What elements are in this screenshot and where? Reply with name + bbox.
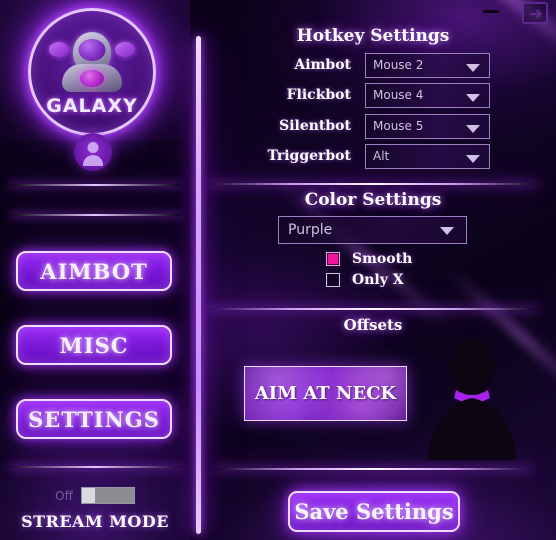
- main-panel: Hotkey Settings Aimbot Mouse 2 Flickbot …: [190, 0, 556, 540]
- save-settings-label: Save Settings: [294, 499, 454, 524]
- vertical-neon-divider: [196, 36, 201, 534]
- chevron-down-icon: [466, 93, 480, 102]
- sidebar-divider-second: [10, 214, 180, 216]
- sidebar-item-misc[interactable]: MISC: [16, 325, 172, 365]
- galaxy-logo: GALAXY: [28, 8, 156, 136]
- stream-mode-title: STREAM MODE: [21, 512, 169, 531]
- stream-mode-toggle-knob: [81, 488, 95, 503]
- stream-mode-row: Off: [0, 487, 190, 504]
- sidebar-divider-bottom: [10, 466, 180, 468]
- hotkey-label-silentbot: Silentbot: [279, 118, 351, 134]
- sidebar: GALAXY AIMBOT MISC SETTINGS Off STREAM M…: [0, 0, 190, 540]
- logo-text: GALAXY: [46, 95, 138, 117]
- chevron-down-icon: [440, 227, 454, 235]
- checkbox-smooth[interactable]: [326, 252, 340, 266]
- offsets-title: Offsets: [343, 316, 403, 334]
- stream-mode-state-label: Off: [55, 488, 73, 503]
- avatar-body: [83, 155, 103, 166]
- chevron-down-icon: [466, 124, 480, 133]
- divider-above-color-settings: [208, 183, 538, 185]
- exit-icon[interactable]: [522, 2, 548, 24]
- astronaut-figure: [49, 30, 135, 96]
- divider-above-offsets: [208, 308, 538, 310]
- color-settings-title: Color Settings: [304, 190, 442, 210]
- hotkey-value-flickbot: Mouse 4: [373, 87, 424, 102]
- minimize-icon[interactable]: [481, 4, 501, 18]
- hotkey-row-silentbot: Silentbot Mouse 5: [190, 113, 556, 139]
- save-settings-button[interactable]: Save Settings: [288, 491, 460, 532]
- hotkey-label-aimbot: Aimbot: [294, 57, 351, 73]
- aim-at-neck-label: AIM AT NECK: [254, 383, 397, 404]
- hotkey-settings-title: Hotkey Settings: [296, 26, 450, 46]
- aim-at-neck-button[interactable]: AIM AT NECK: [244, 366, 407, 421]
- checkbox-label-smooth: Smooth: [352, 251, 413, 267]
- stream-mode-toggle[interactable]: [80, 487, 135, 504]
- hotkey-value-aimbot: Mouse 2: [373, 57, 424, 72]
- avatar-head: [87, 142, 99, 153]
- checkbox-row-only-x: Only X: [326, 272, 404, 288]
- player-silhouette-icon: [422, 338, 522, 460]
- hotkey-row-flickbot: Flickbot Mouse 4: [190, 82, 556, 108]
- color-dropdown[interactable]: Purple: [278, 216, 467, 244]
- color-dropdown-value: Purple: [288, 222, 333, 238]
- checkbox-label-only-x: Only X: [352, 272, 404, 288]
- hotkey-dropdown-triggerbot[interactable]: Alt: [365, 143, 490, 169]
- hotkey-row-triggerbot: Triggerbot Alt: [190, 143, 556, 169]
- astronaut-pack-right: [115, 42, 135, 58]
- hotkey-label-flickbot: Flickbot: [286, 87, 351, 103]
- window-titlebar: [190, 0, 556, 24]
- sidebar-item-settings[interactable]: SETTINGS: [16, 399, 172, 439]
- hotkey-dropdown-aimbot[interactable]: Mouse 2: [365, 52, 490, 78]
- hotkey-label-triggerbot: Triggerbot: [267, 148, 351, 164]
- hotkey-row-aimbot: Aimbot Mouse 2: [190, 52, 556, 78]
- sidebar-divider-top: [10, 184, 180, 186]
- divider-above-save: [216, 468, 532, 470]
- hotkey-value-triggerbot: Alt: [373, 148, 390, 163]
- astronaut-logo-icon: GALAXY: [28, 8, 156, 136]
- hotkey-dropdown-silentbot[interactable]: Mouse 5: [365, 113, 490, 139]
- astronaut-visor: [78, 39, 106, 62]
- checkbox-row-smooth: Smooth: [326, 251, 412, 267]
- galaxy-cheat-app-window: GALAXY AIMBOT MISC SETTINGS Off STREAM M…: [0, 0, 556, 540]
- hotkey-dropdown-flickbot[interactable]: Mouse 4: [365, 82, 490, 108]
- hotkey-value-silentbot: Mouse 5: [373, 118, 424, 133]
- astronaut-pack-left: [49, 42, 69, 58]
- chevron-down-icon: [466, 63, 480, 72]
- astronaut-chest-orb: [80, 70, 104, 88]
- user-avatar-icon[interactable]: [74, 133, 112, 171]
- chevron-down-icon: [466, 154, 480, 163]
- checkbox-only-x[interactable]: [326, 273, 340, 287]
- sidebar-item-aimbot[interactable]: AIMBOT: [16, 251, 172, 291]
